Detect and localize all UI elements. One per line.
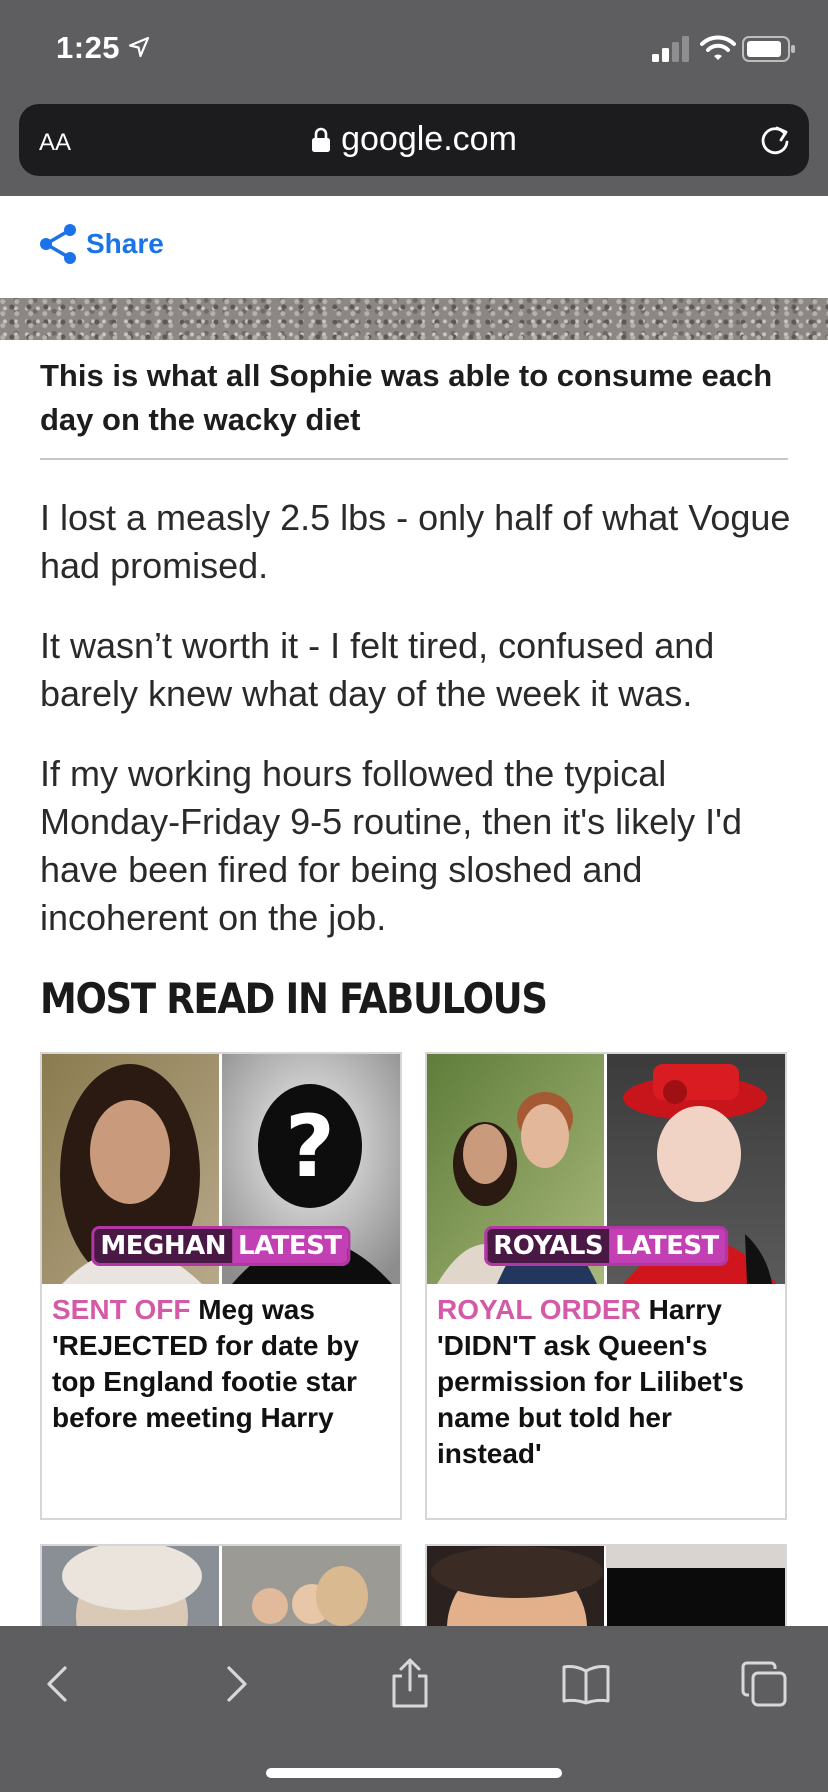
tabs-button[interactable] xyxy=(736,1656,792,1712)
back-chevron-icon xyxy=(47,1666,67,1702)
back-button[interactable] xyxy=(30,1656,86,1712)
browser-top-chrome: 1:25 AA google.com xyxy=(0,0,828,196)
card-kicker: SENT OFF xyxy=(52,1294,191,1325)
url-display[interactable]: google.com xyxy=(19,120,809,159)
reload-icon[interactable] xyxy=(757,122,793,158)
card-kicker: ROYAL ORDER xyxy=(437,1294,641,1325)
share-label: Share xyxy=(86,228,164,259)
card-thumbnail xyxy=(42,1546,400,1626)
lock-icon xyxy=(312,127,331,152)
share-nodes-icon xyxy=(40,224,76,264)
home-indicator[interactable] xyxy=(266,1768,562,1778)
tabs-icon xyxy=(741,1661,787,1707)
most-read-card[interactable]: ROYALS LATEST ROYAL ORDER Harry 'DIDN'T a… xyxy=(425,1052,787,1520)
status-time: 1:25 xyxy=(56,30,121,65)
card-headline[interactable]: ROYAL ORDER Harry 'DIDN'T ask Queen's pe… xyxy=(437,1292,779,1472)
most-read-card[interactable] xyxy=(40,1544,402,1626)
card-headline[interactable]: SENT OFF Meg was 'REJECTED for date by t… xyxy=(52,1292,394,1436)
svg-text:?: ? xyxy=(285,1097,335,1197)
forward-chevron-icon xyxy=(227,1666,247,1702)
badge-secondary: LATEST xyxy=(231,1229,348,1263)
category-badge: MEGHAN LATEST xyxy=(91,1226,351,1266)
share-sheet-button[interactable] xyxy=(382,1656,438,1712)
most-read-card[interactable]: ? MEGHAN LATEST SENT OFF Meg was 'REJECTE… xyxy=(40,1052,402,1520)
article-paragraph: I lost a measly 2.5 lbs - only half of w… xyxy=(40,497,791,586)
share-sheet-icon xyxy=(392,1658,428,1708)
status-bar: 1:25 xyxy=(0,0,828,96)
article-image-bottom xyxy=(0,298,828,340)
most-read-card[interactable] xyxy=(425,1544,787,1626)
wifi-icon xyxy=(700,35,736,60)
card-thumbnail: ? MEGHAN LATEST xyxy=(42,1054,400,1284)
article-paragraph: If my working hours followed the typical… xyxy=(40,753,743,938)
card-thumbnail: ROYALS LATEST xyxy=(427,1054,785,1284)
cellular-signal-icon xyxy=(652,36,689,62)
badge-secondary: LATEST xyxy=(609,1229,725,1263)
address-bar[interactable]: AA google.com xyxy=(19,104,809,176)
badge-primary: MEGHAN xyxy=(94,1229,232,1263)
most-read-heading: MOST READ IN FABULOUS xyxy=(40,974,548,1023)
article-paragraph: It wasn’t worth it - I felt tired, confu… xyxy=(40,625,715,714)
badge-primary: ROYALS xyxy=(487,1229,610,1263)
caption-divider xyxy=(40,458,788,460)
bookmarks-book-icon xyxy=(562,1665,610,1705)
share-button[interactable]: Share xyxy=(38,222,164,266)
card-thumbnail xyxy=(427,1546,785,1626)
bookmarks-button[interactable] xyxy=(558,1656,614,1712)
category-badge: ROYALS LATEST xyxy=(484,1226,728,1266)
browser-toolbar xyxy=(0,1626,828,1792)
location-arrow-icon xyxy=(128,36,150,58)
battery-icon xyxy=(742,36,795,62)
forward-button[interactable] xyxy=(208,1656,264,1712)
url-text: google.com xyxy=(341,120,517,158)
page-content: Share This is what all Sophie was able t… xyxy=(0,196,828,1626)
image-caption: This is what all Sophie was able to cons… xyxy=(40,358,773,437)
